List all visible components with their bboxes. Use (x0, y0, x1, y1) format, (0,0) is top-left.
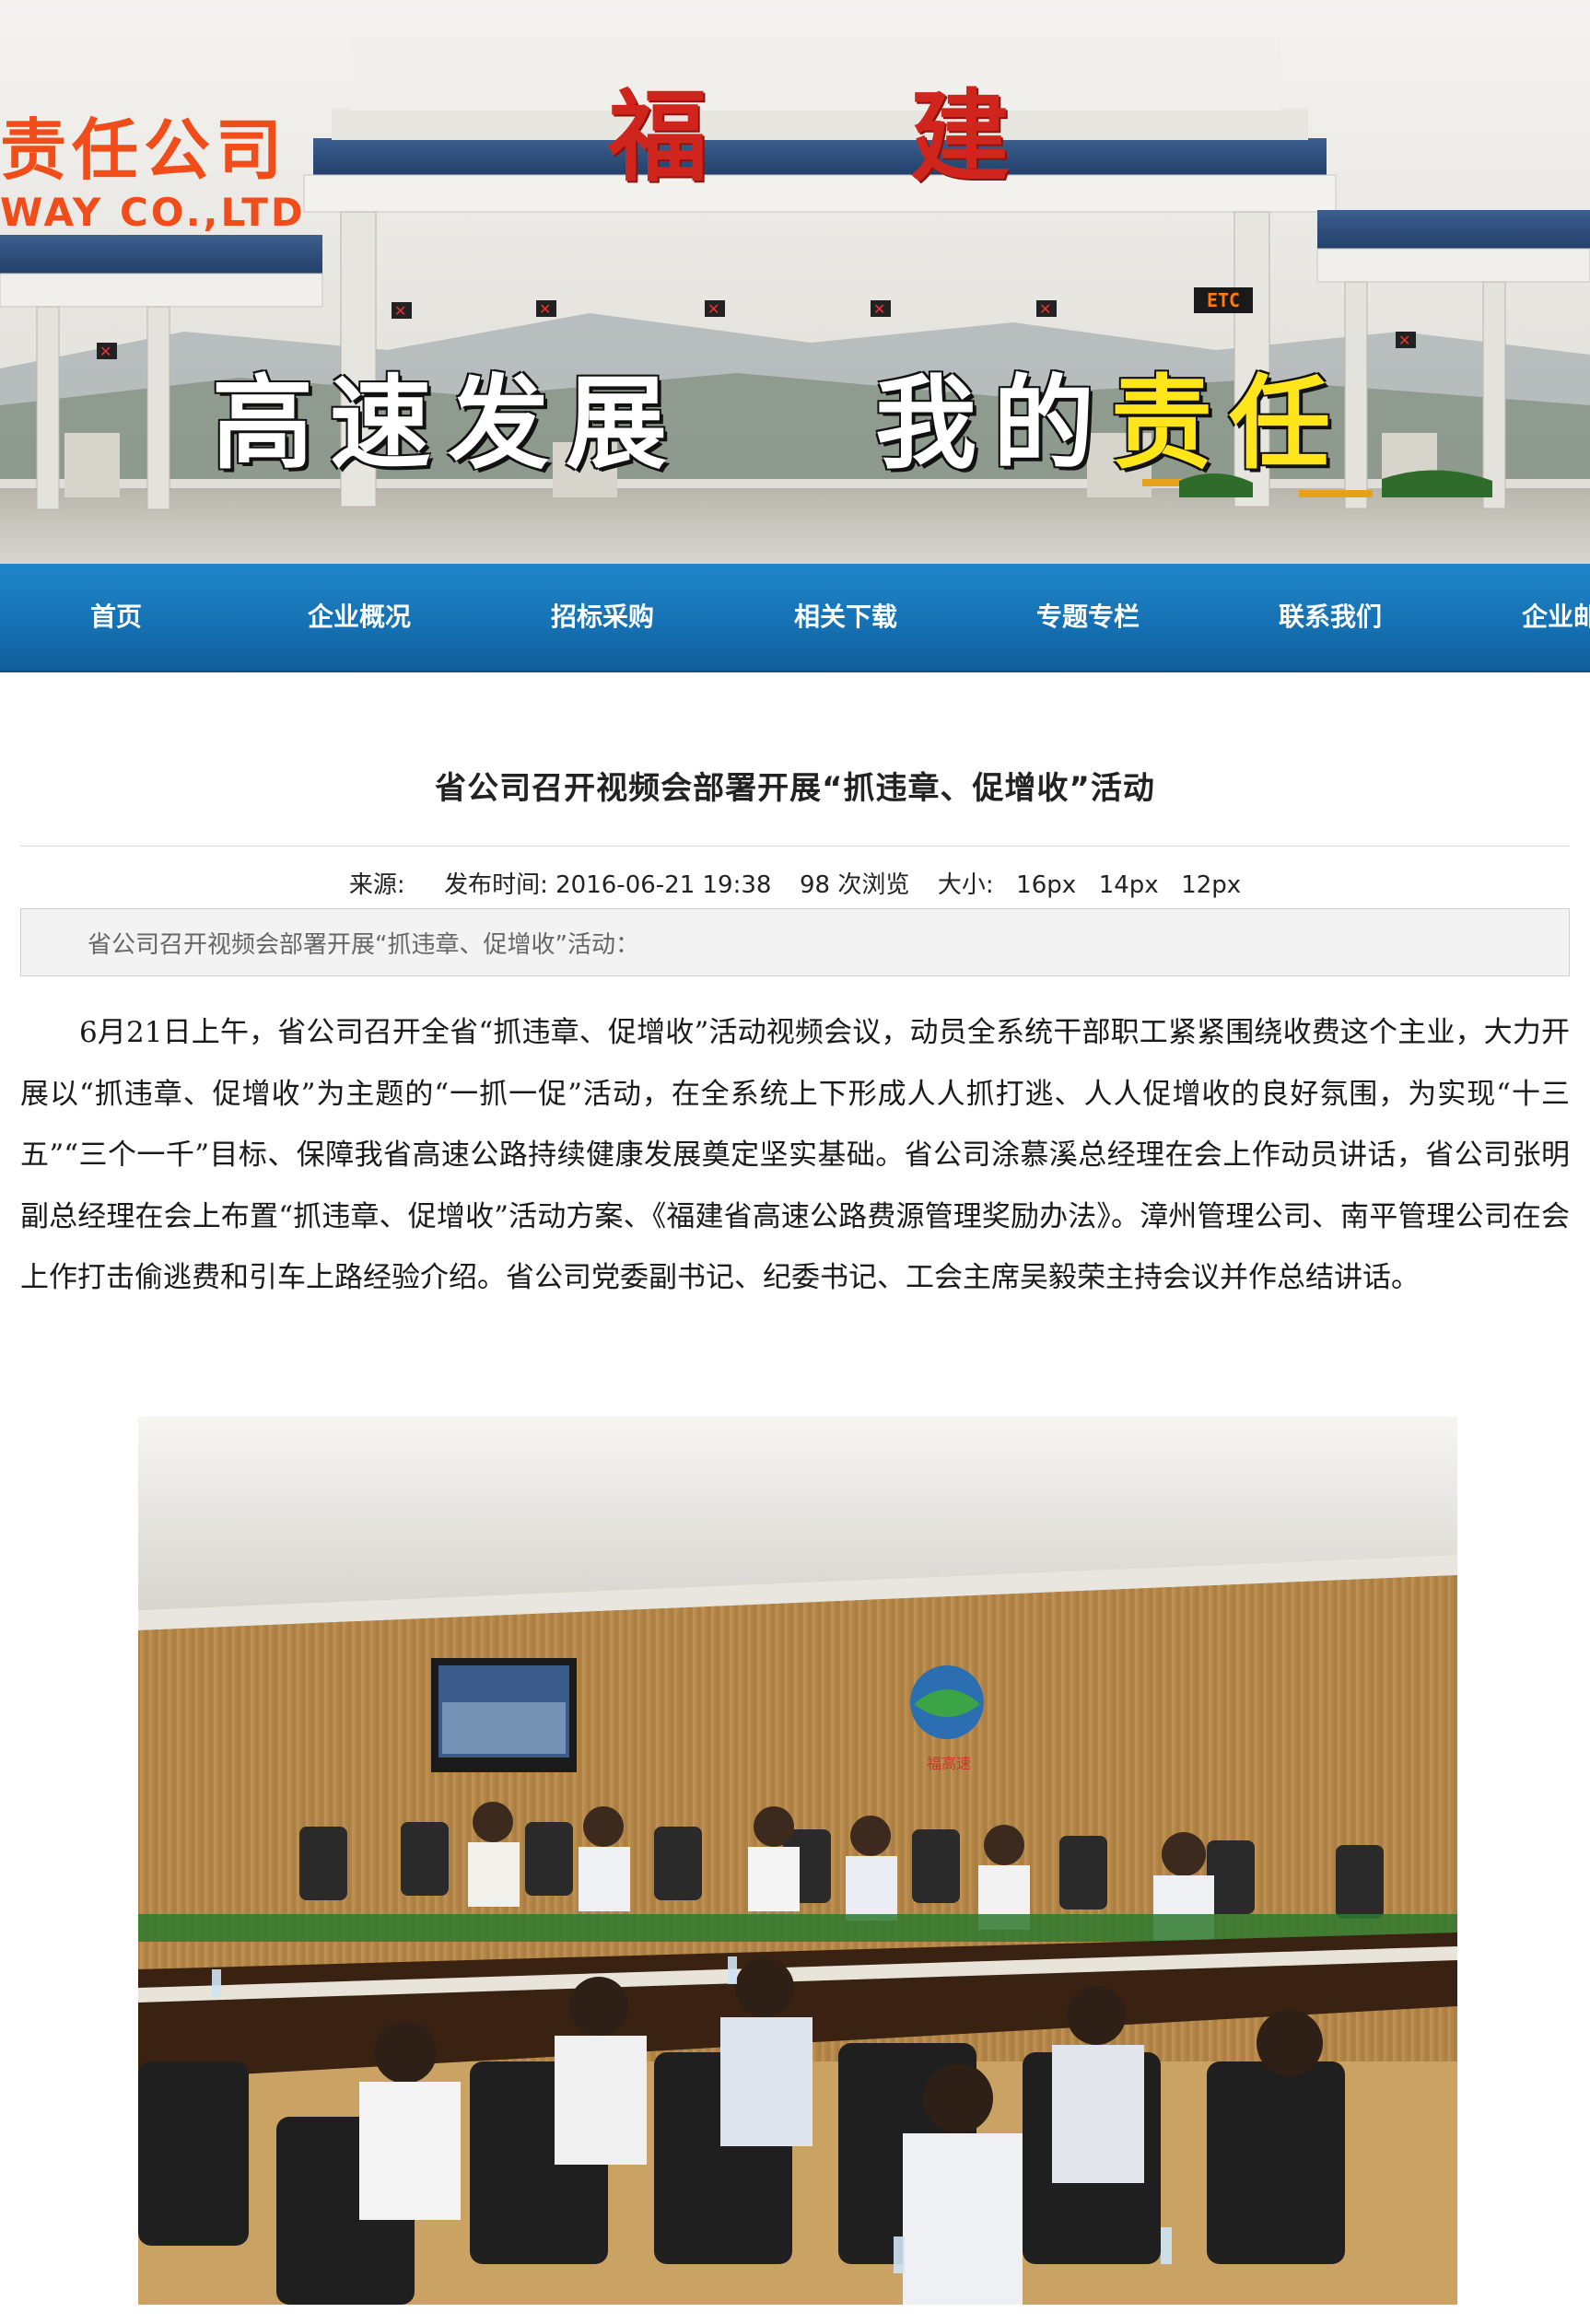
nav-item-tender-procurement[interactable]: 招标采购 (551, 564, 654, 671)
slogan-part2: 我的责任 (875, 341, 1347, 488)
slogan-part2-highlight: 责任 (1111, 364, 1347, 483)
nav-item-contact-us[interactable]: 联系我们 (1279, 564, 1382, 671)
photo-logo-sign: 福高速 (927, 1755, 971, 1772)
svg-text:✕: ✕ (394, 302, 406, 320)
nav-item-downloads[interactable]: 相关下载 (794, 564, 897, 671)
view-count: 98 (799, 871, 831, 899)
view-count-label: 次浏览 (837, 871, 910, 899)
company-name-en: WAY CO.,LTD (0, 190, 306, 235)
nav-list: 首页 企业概况 招标采购 相关下载 专题专栏 联系我们 企业邮 (0, 564, 1590, 671)
source-label: 来源: (348, 871, 405, 899)
article-title: 省公司召开视频会部署开展“抓违章、促增收”活动 (435, 770, 1155, 807)
svg-text:✕: ✕ (539, 300, 551, 318)
font-size-14-link[interactable]: 14px (1099, 871, 1159, 899)
svg-text:✕: ✕ (99, 343, 111, 360)
font-size-16-link[interactable]: 16px (1016, 871, 1076, 899)
title-divider (20, 846, 1570, 847)
svg-text:✕: ✕ (707, 300, 719, 318)
svg-text:✕: ✕ (873, 300, 885, 318)
article-summary-text: 省公司召开视频会部署开展“抓违章、促增收”活动： (88, 931, 639, 959)
main-nav: 首页 企业概况 招标采购 相关下载 专题专栏 联系我们 企业邮 (0, 564, 1590, 672)
font-size-label: 大小: (937, 871, 994, 899)
publish-label: 发布时间: (444, 871, 548, 899)
nav-item-special-topics[interactable]: 专题专栏 (1036, 564, 1140, 671)
meeting-photo-image: 福高速 (138, 1417, 1457, 2305)
publish-time: 2016-06-21 19:38 (555, 871, 772, 899)
nav-item-home[interactable]: 首页 (90, 564, 142, 671)
company-name-cn: 责任公司 (0, 111, 288, 189)
header-banner: ✕ ✕ ✕ ✕ ✕ ✕ ✕ 责任公司 WAY CO.,LTD 福建 ETC 高速… (0, 0, 1590, 564)
nav-item-company-mail[interactable]: 企业邮 (1522, 564, 1590, 671)
gate-sign: 福建 (608, 79, 1213, 195)
meeting-photo: 福高速 (138, 1417, 1457, 2305)
nav-item-company-overview[interactable]: 企业概况 (308, 564, 411, 671)
article-body: 6月21日上午，省公司召开全省“抓违章、促增收”活动视频会议，动员全系统干部职工… (20, 1016, 1570, 1294)
slogan-part2-prefix: 我的 (875, 364, 1111, 483)
font-size-12-link[interactable]: 12px (1181, 871, 1241, 899)
svg-text:✕: ✕ (1398, 332, 1410, 349)
article-meta: 来源: 发布时间: 2016-06-21 19:38 98 次浏览 大小: 16… (0, 866, 1590, 900)
svg-text:✕: ✕ (1039, 300, 1051, 318)
slogan-part1: 高速发展 (212, 364, 684, 483)
etc-sign: ETC (1194, 287, 1253, 313)
article-summary-box: 省公司召开视频会部署开展“抓违章、促增收”活动： (20, 908, 1570, 976)
